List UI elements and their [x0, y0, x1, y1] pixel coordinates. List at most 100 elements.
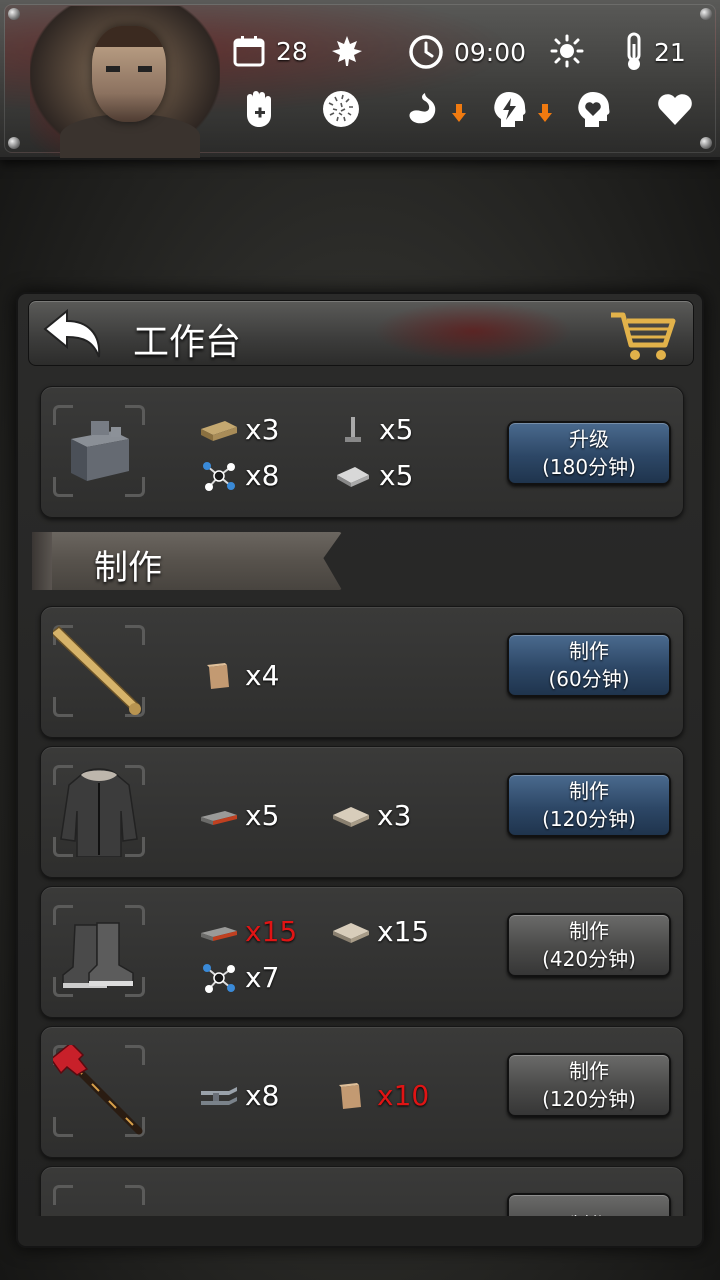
material-qty: x4 — [245, 659, 280, 692]
bolt-icon — [700, 8, 712, 20]
wood-block-icon — [339, 1082, 361, 1109]
workbench-panel: 工作台 x3 x5 x8 x5 升级 (180分钟) 制作 x4 制作 (60分… — [16, 292, 704, 1248]
medkit-glove-icon[interactable] — [238, 88, 280, 130]
cloth-icon — [333, 922, 369, 943]
material-qty-insufficient: x10 — [377, 1079, 430, 1112]
button-label: 制作 — [569, 639, 609, 663]
day-counter: 28 — [232, 34, 308, 68]
item-slot — [53, 405, 145, 497]
day-value: 28 — [276, 36, 308, 66]
time-value: 09:00 — [454, 37, 527, 67]
button-duration: (420分钟) — [542, 947, 636, 971]
button-label: 制作 — [569, 779, 609, 803]
section-title: 制作 — [94, 548, 162, 588]
molecule-icon — [203, 461, 235, 491]
craft-button[interactable]: 制作 — [507, 1193, 671, 1216]
material-requirement: x8 — [199, 1079, 279, 1112]
clock-icon — [408, 34, 444, 70]
material-qty: x5 — [379, 413, 414, 446]
upgrade-button[interactable]: 升级 (180分钟) — [507, 421, 671, 485]
material-requirement: x5 — [333, 413, 413, 446]
leather-icon — [201, 926, 237, 941]
round-item-icon — [53, 1185, 145, 1216]
button-label: 制作 — [569, 919, 609, 943]
stomach-icon[interactable] — [402, 88, 444, 130]
top-hud: 28 09:00 21 — [0, 0, 720, 160]
bolt-icon — [8, 137, 20, 149]
material-requirement: x5 — [199, 799, 279, 832]
craft-button[interactable]: 制作 (120分钟) — [507, 1053, 671, 1117]
recipe-row: x8 x10 制作 (120分钟) — [40, 1026, 684, 1158]
recipe-row: x15 x15 x7 制作 (420分钟) — [40, 886, 684, 1018]
boots-icon — [62, 922, 134, 988]
temperature-value: 21 — [654, 37, 686, 67]
recipe-row: x5 x3 制作 (120分钟) — [40, 746, 684, 878]
sun-icon — [550, 34, 584, 68]
upgrade-row: x3 x5 x8 x5 升级 (180分钟) — [40, 386, 684, 518]
maple-leaf-icon — [330, 34, 364, 68]
molecule-icon — [203, 963, 235, 993]
steel-beam-icon — [201, 1086, 237, 1105]
material-qty: x15 — [377, 915, 430, 948]
bolt-icon — [700, 137, 712, 149]
material-requirement: x4 — [199, 659, 279, 692]
crafting-section-label: 制作 — [32, 532, 342, 590]
baseball-bat-icon — [53, 626, 141, 715]
material-requirement: x10 — [331, 1079, 429, 1112]
decrease-arrow-icon — [452, 104, 466, 122]
material-requirement: x3 — [199, 413, 279, 446]
wood-block-icon — [207, 662, 229, 689]
metal-sheet-icon — [337, 466, 369, 487]
button-label: 升级 — [569, 427, 609, 451]
material-qty: x8 — [245, 1079, 280, 1112]
thermometer-icon — [624, 32, 644, 72]
item-slot — [53, 905, 145, 997]
character-face — [92, 26, 166, 122]
immunity-icon[interactable] — [320, 88, 362, 130]
material-qty-insufficient: x15 — [245, 915, 298, 948]
button-label: 制作 — [569, 1211, 609, 1216]
winter-jacket-icon — [60, 768, 138, 857]
cloth-icon — [333, 806, 369, 827]
material-qty: x5 — [379, 459, 414, 492]
material-qty: x5 — [245, 799, 280, 832]
material-requirement: x15 — [199, 915, 297, 948]
material-qty: x3 — [245, 413, 280, 446]
leather-icon — [201, 810, 237, 825]
material-requirement: x8 — [199, 459, 279, 492]
recipe-row: x4 制作 (60分钟) — [40, 606, 684, 738]
mood-head-icon[interactable] — [572, 88, 614, 130]
recipe-row: 制作 — [40, 1166, 684, 1216]
button-duration: (180分钟) — [542, 455, 636, 479]
material-requirement: x3 — [331, 799, 411, 832]
craft-button[interactable]: 制作 (420分钟) — [507, 913, 671, 977]
material-requirement: x7 — [199, 961, 279, 994]
button-duration: (120分钟) — [542, 1087, 636, 1111]
button-duration: (120分钟) — [542, 807, 636, 831]
fire-axe-icon — [53, 1045, 143, 1135]
bolt-icon — [8, 8, 20, 20]
material-qty: x8 — [245, 459, 280, 492]
material-qty: x3 — [377, 799, 412, 832]
character-portrait[interactable] — [30, 6, 220, 158]
material-qty: x7 — [245, 961, 280, 994]
planks-icon — [201, 420, 237, 441]
material-requirement: x15 — [331, 915, 429, 948]
item-slot — [53, 625, 145, 717]
craft-button[interactable]: 制作 (60分钟) — [507, 633, 671, 697]
item-slot — [53, 1045, 145, 1137]
energy-head-icon[interactable] — [488, 88, 530, 130]
temperature: 21 — [624, 32, 686, 72]
heart-icon[interactable] — [654, 88, 696, 130]
button-duration: (60分钟) — [548, 667, 630, 691]
clock: 09:00 — [408, 34, 526, 70]
panel-scroll-area[interactable]: x3 x5 x8 x5 升级 (180分钟) 制作 x4 制作 (60分钟) x… — [18, 294, 706, 1216]
decrease-arrow-icon — [538, 104, 552, 122]
craft-button[interactable]: 制作 (120分钟) — [507, 773, 671, 837]
item-slot — [53, 765, 145, 857]
workbench-icon — [71, 421, 129, 481]
item-slot — [53, 1185, 145, 1216]
nails-icon — [345, 416, 361, 442]
material-requirement: x5 — [333, 459, 413, 492]
button-label: 制作 — [569, 1059, 609, 1083]
